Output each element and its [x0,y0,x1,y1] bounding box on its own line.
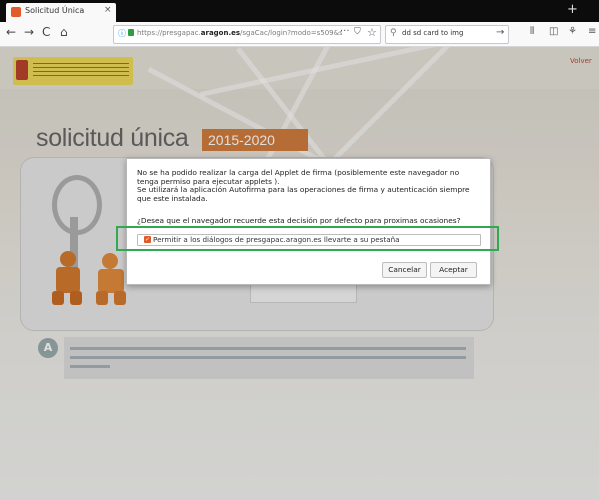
lock-icon[interactable] [128,29,134,36]
tab-close-icon[interactable]: × [104,5,112,15]
search-bar[interactable]: ⚲ dd sd card to img → [385,25,509,44]
sidebar-icon[interactable]: ◫ [549,26,558,37]
page-actions-icon[interactable]: ··· [340,26,350,37]
browser-tab[interactable]: Solicitud Única × [6,3,116,22]
bookmark-star-icon[interactable]: ☆ [367,26,377,39]
back-icon[interactable]: ← [6,25,16,39]
tab-title: Solicitud Única [25,6,85,15]
extension-icon[interactable]: ⚘ [568,26,577,37]
dialog-message: No se ha podido realizar la carga del Ap… [137,168,470,203]
url-bar[interactable]: ⓘ https://presgapac.aragon.es/sgaCac/log… [113,25,381,44]
url-prefix: https://presgapac. [137,29,201,37]
cancel-button[interactable]: Cancelar [382,262,427,278]
library-icon[interactable]: ⫴ [530,26,534,37]
url-suffix: /sgaCac/login?modo=s509&servi [240,29,342,37]
accept-button[interactable]: Aceptar [430,262,477,278]
new-tab-icon[interactable]: + [567,2,578,17]
navigation-toolbar: ← → C ⌂ ⓘ https://presgapac.aragon.es/sg… [0,22,599,47]
dialog-question: ¿Desea que el navegador recuerde esta de… [137,216,461,225]
home-icon[interactable]: ⌂ [60,25,68,39]
pocket-icon[interactable]: ⛉ [354,27,361,37]
forward-icon[interactable]: → [24,25,34,39]
site-favicon-icon [11,7,21,17]
menu-icon[interactable]: ≡ [588,26,596,37]
highlight-annotation [116,226,499,251]
tab-strip: Solicitud Única × + [0,0,599,22]
confirm-dialog: No se ha podido realizar la carga del Ap… [126,158,491,285]
url-text[interactable]: https://presgapac.aragon.es/sgaCac/login… [137,29,342,37]
url-host: aragon.es [200,29,241,37]
reload-icon[interactable]: C [42,25,50,39]
info-icon[interactable]: ⓘ [118,28,126,39]
search-icon: ⚲ [390,28,397,38]
search-input[interactable]: dd sd card to img [402,29,463,37]
search-go-icon[interactable]: → [496,27,504,38]
